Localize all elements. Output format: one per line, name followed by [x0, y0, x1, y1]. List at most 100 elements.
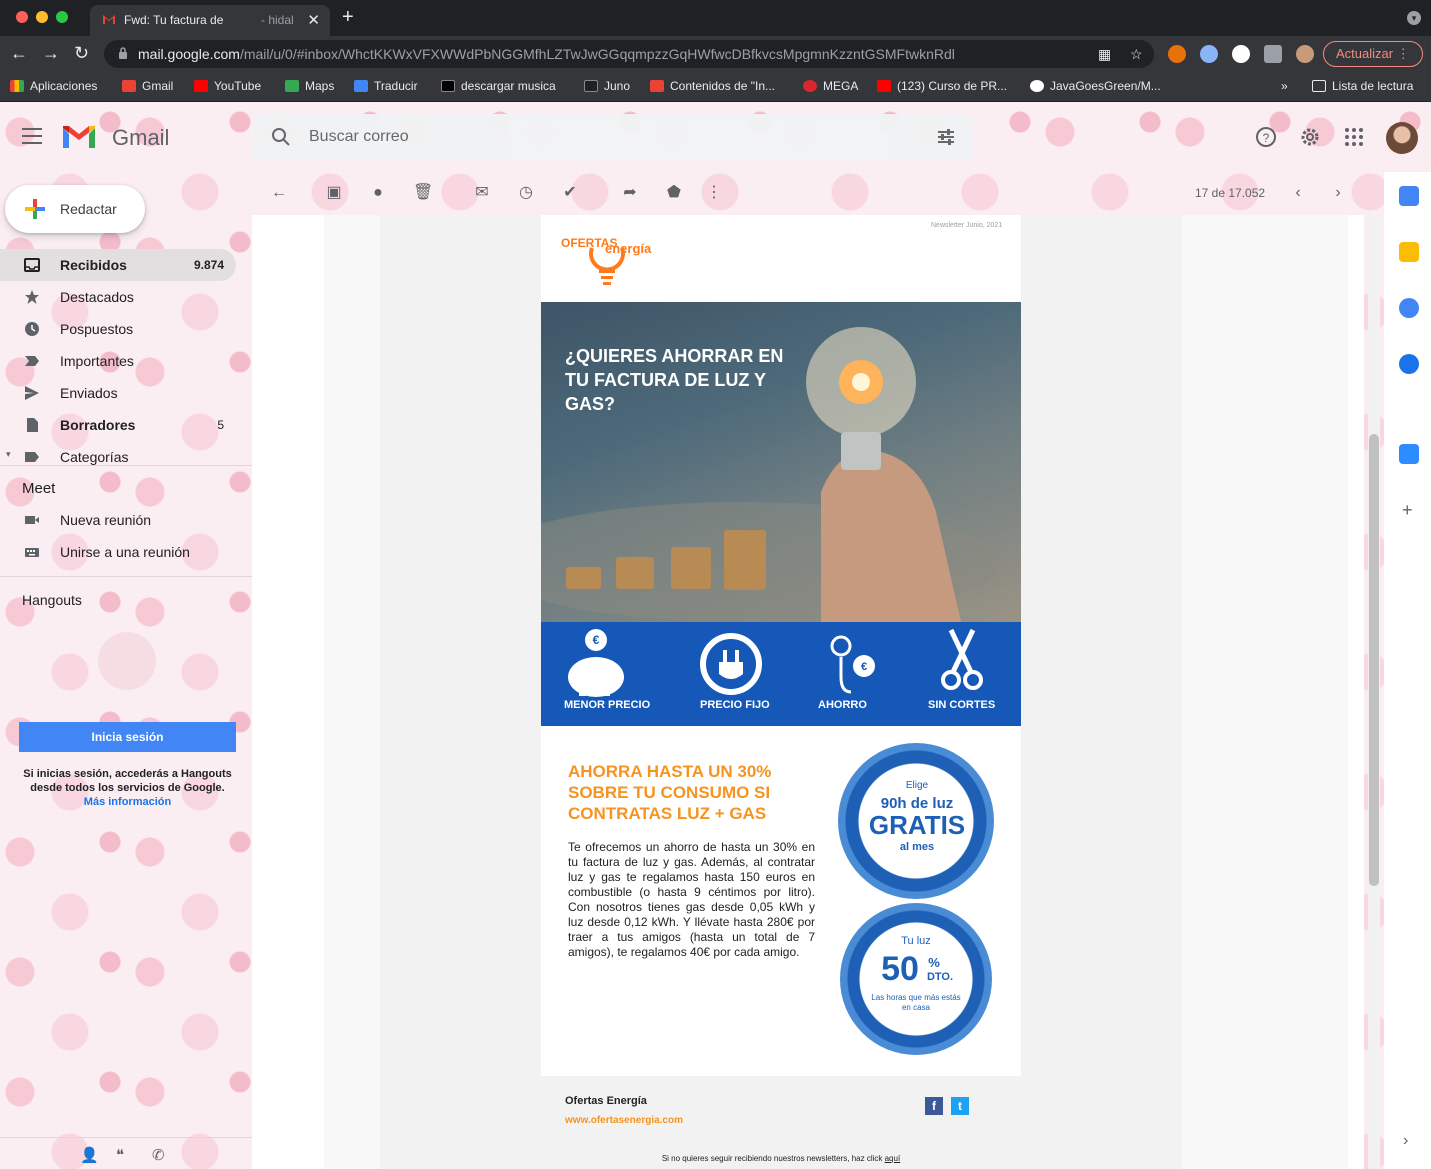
bookmark-item[interactable]: Maps — [285, 79, 334, 93]
nav-item-snoozed[interactable]: Pospuestos — [0, 313, 236, 345]
add-task-icon[interactable]: ✔ — [561, 184, 579, 202]
zoom-icon[interactable] — [1399, 444, 1419, 464]
apps-grid-icon — [10, 80, 24, 92]
maps-icon — [285, 80, 299, 92]
nav-item-new-meeting[interactable]: Nueva reunión — [0, 504, 236, 536]
send-icon — [25, 386, 39, 400]
extension-icon[interactable] — [1200, 45, 1218, 63]
minimize-window-button[interactable] — [36, 11, 48, 23]
hangouts-signin-note: Si inicias sesión, accederás a Hangouts … — [14, 767, 241, 809]
search-bar[interactable]: Buscar correo — [252, 114, 974, 160]
bookmark-item[interactable]: Juno — [584, 79, 630, 93]
feature-label-no-cuts: SIN CORTES — [928, 699, 996, 711]
tasks-icon[interactable] — [1399, 298, 1419, 318]
bookmark-item[interactable]: JavaGoesGreen/M... — [1030, 79, 1161, 93]
maximize-window-button[interactable] — [56, 11, 68, 23]
lock-icon — [119, 47, 127, 59]
main-menu-icon[interactable] — [22, 128, 42, 144]
tab-search-icon[interactable]: ▾ — [1407, 11, 1421, 25]
new-tab-button[interactable]: + — [342, 6, 354, 29]
url-path: /mail/u/0/#inbox/WhctKKWxVFXWWdPbNGGMfhL… — [239, 46, 955, 62]
contacts-icon[interactable] — [1399, 354, 1419, 374]
hangouts-icon[interactable]: ❝ — [116, 1146, 124, 1164]
help-icon[interactable]: ? — [1254, 125, 1278, 149]
older-chevron-icon[interactable]: › — [1329, 184, 1347, 202]
footer-website-link[interactable]: www.ofertasenergia.com — [565, 1115, 683, 1126]
calendar-icon[interactable] — [1399, 186, 1419, 206]
nav-item-categories[interactable]: ▾ Categorías — [0, 441, 236, 473]
install-app-icon[interactable]: ▦ — [1098, 46, 1111, 63]
bookmark-item[interactable]: Aplicaciones — [10, 79, 97, 93]
move-to-icon[interactable]: ➦ — [621, 184, 639, 202]
extension-icon[interactable] — [1232, 45, 1250, 63]
feature-label-lower-price: MENOR PRECIO — [564, 699, 651, 711]
nav-item-join-meeting[interactable]: Unirse a una reunión — [0, 536, 236, 568]
facebook-icon[interactable]: f — [925, 1097, 943, 1115]
apps-grid-icon[interactable] — [1342, 125, 1366, 149]
hangouts-signin-button[interactable]: Inicia sesión — [19, 722, 236, 752]
bookmark-label: YouTube — [214, 79, 262, 93]
github-icon — [1030, 80, 1044, 92]
search-options-icon[interactable] — [936, 127, 956, 147]
unsubscribe-link[interactable]: aquí — [885, 1154, 901, 1163]
tab-title-continued: - hidal — [261, 13, 294, 27]
offer-title: AHORRA HASTA UN 30% SOBRE TU CONSUMO SI … — [568, 762, 772, 823]
label-icon[interactable]: ⬟ — [665, 184, 683, 202]
nav-item-starred[interactable]: Destacados — [0, 281, 236, 313]
compose-label: Redactar — [60, 201, 117, 217]
bookmark-label: descargar musica — [461, 79, 556, 93]
bookmark-item[interactable]: YouTube — [194, 79, 261, 93]
mark-unread-icon[interactable]: ✉ — [473, 184, 491, 202]
close-window-button[interactable] — [16, 11, 28, 23]
add-addon-icon[interactable]: + — [1402, 500, 1413, 521]
snooze-icon[interactable]: ◷ — [517, 184, 535, 202]
reload-icon[interactable]: ↻ — [74, 43, 89, 64]
bookmark-item[interactable]: descargar musica — [441, 79, 556, 93]
expand-arrow-icon[interactable]: ▾ — [6, 449, 11, 460]
delete-icon[interactable]: 🗑 — [413, 184, 433, 202]
archive-icon[interactable]: ▣ — [325, 184, 343, 202]
nav-item-sent[interactable]: Enviados — [0, 377, 236, 409]
back-icon[interactable]: ← — [10, 43, 28, 64]
bookmark-item[interactable]: MEGA — [803, 79, 858, 93]
update-label: Actualizar — [1336, 46, 1394, 61]
twitter-icon[interactable]: t — [951, 1097, 969, 1115]
settings-gear-icon[interactable] — [1298, 125, 1322, 149]
reading-list-button[interactable]: Lista de lectura — [1312, 79, 1413, 93]
search-icon[interactable] — [270, 126, 292, 148]
address-bar[interactable]: mail.google.com/mail/u/0/#inbox/WhctKKWx… — [104, 40, 1154, 68]
newer-chevron-icon[interactable]: ‹ — [1289, 184, 1307, 202]
clock-icon — [25, 322, 39, 336]
nav-item-important[interactable]: Importantes — [0, 345, 236, 377]
bookmarks-overflow-icon[interactable]: » — [1281, 79, 1288, 93]
browser-tab[interactable]: Fwd: Tu factura de - hidal ✕ — [90, 5, 330, 36]
keep-icon[interactable] — [1399, 242, 1419, 262]
profile-avatar[interactable] — [1296, 45, 1314, 63]
scrollbar-thumb[interactable] — [1369, 434, 1379, 886]
phone-icon[interactable]: ✆ — [152, 1146, 165, 1164]
forward-icon[interactable]: → — [42, 43, 60, 64]
person-icon[interactable]: 👤 — [80, 1146, 99, 1164]
browser-navbar: ← → ↻ mail.google.com/mail/u/0/#inbox/Wh… — [0, 36, 1431, 72]
feature-label-savings: AHORRO — [818, 699, 867, 711]
expand-panel-icon[interactable]: › — [1403, 1132, 1408, 1150]
bookmark-item[interactable]: Contenidos de "In... — [650, 79, 775, 93]
nav-label: Nueva reunión — [60, 512, 152, 528]
compose-button[interactable]: Redactar — [5, 185, 145, 233]
close-tab-icon[interactable]: ✕ — [307, 11, 320, 29]
puzzle-icon[interactable] — [1264, 45, 1282, 63]
account-avatar[interactable] — [1386, 122, 1418, 154]
back-to-inbox-icon[interactable]: ← — [270, 184, 288, 202]
bookmark-star-icon[interactable]: ☆ — [1130, 46, 1143, 63]
nav-item-inbox[interactable]: Recibidos 9.874 — [0, 249, 236, 281]
bookmark-item[interactable]: (123) Curso de PR... — [877, 79, 1007, 93]
report-spam-icon[interactable]: ● — [369, 184, 387, 202]
more-info-link[interactable]: Más información — [14, 795, 241, 809]
bookmark-item[interactable]: Traducir — [354, 79, 418, 93]
bookmark-item[interactable]: Gmail — [122, 79, 173, 93]
more-options-icon[interactable]: ⋮ — [705, 184, 723, 202]
extension-icon[interactable] — [1168, 45, 1186, 63]
nav-item-drafts[interactable]: Borradores 5 — [0, 409, 236, 441]
nav-label: Borradores — [60, 417, 136, 433]
update-button[interactable]: Actualizar ⋮ — [1323, 41, 1423, 67]
